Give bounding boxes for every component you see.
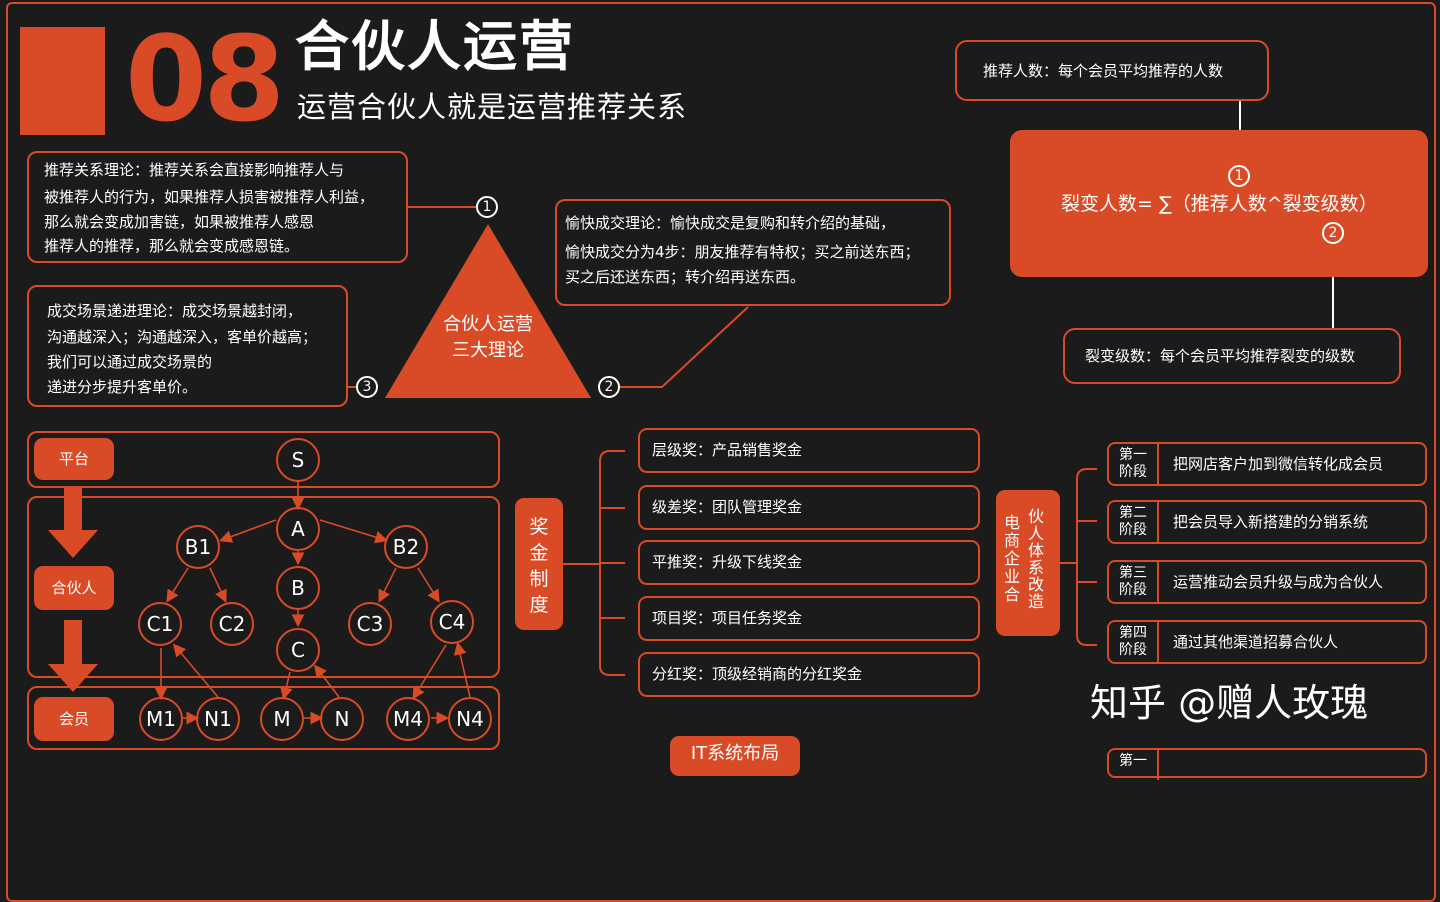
formula-top-text: 推荐人数：每个会员平均推荐的人数	[983, 62, 1224, 80]
theory-1-line-3: 那么就会变成加害链，如果被推荐人感恩	[44, 213, 315, 231]
level-label-member: 会员	[34, 697, 114, 741]
reward-item-4: 项目奖：项目任务奖金	[638, 596, 980, 641]
stage-2-tag-line-2: 阶段	[1119, 522, 1147, 538]
theory-1-line-1: 推荐关系理论：推荐关系会直接影响推荐人与	[44, 161, 345, 179]
reward-item-1: 层级奖：产品销售奖金	[638, 428, 980, 473]
tree-node-c4: C4	[430, 600, 474, 644]
stage-4-tag-line-1: 第四	[1119, 625, 1147, 641]
stage-3: 第三 阶段 运营推动会员升级与成为合伙人	[1107, 560, 1427, 604]
stage-2-tag-line-1: 第二	[1119, 505, 1147, 521]
theory-marker-3: 3	[356, 376, 378, 398]
tree-node-n1: N1	[196, 697, 240, 741]
stage-1: 第一 阶段 把网店客户加到微信转化成会员	[1107, 442, 1427, 486]
reward-item-2-text: 级差奖：团队管理奖金	[652, 498, 803, 516]
tree-node-b1: B1	[176, 525, 220, 569]
tree-node-m1: M1	[139, 697, 183, 741]
tree-node-n: N	[320, 697, 364, 741]
theory-3-line-2: 沟通越深入；沟通越深入，客单价越高；	[47, 328, 318, 346]
theory-center-line-2: 三大理论	[452, 340, 524, 361]
formula-bottom-box: 裂变级数：每个会员平均推荐裂变的级数	[1063, 328, 1401, 384]
formula-bottom-text: 裂变级数：每个会员平均推荐裂变的级数	[1085, 347, 1356, 365]
formula-main-text: 裂变人数= ∑（推荐人数^裂变级数）	[1061, 193, 1378, 215]
stage-3-text: 运营推动会员升级与成为合伙人	[1173, 573, 1384, 591]
theory-1-line-2: 被推荐人的行为，如果推荐人损害被推荐人利益，	[44, 188, 375, 206]
stage-partial-tag-line-1: 第一	[1119, 753, 1147, 769]
reward-item-2: 级差奖：团队管理奖金	[638, 485, 980, 530]
stage-4-tag-line-2: 阶段	[1119, 642, 1147, 658]
reward-label: 奖金制度	[515, 498, 563, 630]
formula-top-box: 推荐人数：每个会员平均推荐的人数	[955, 40, 1269, 101]
reward-item-4-text: 项目奖：项目任务奖金	[652, 609, 803, 627]
theory-1-line-4: 推荐人的推荐，那么就会变成感恩链。	[44, 237, 300, 255]
stage-partial-tag: 第一	[1109, 750, 1159, 780]
stage-1-tag: 第一 阶段	[1109, 444, 1159, 484]
reward-item-3: 平推奖：升级下线奖金	[638, 540, 980, 585]
stage-2-text: 把会员导入新搭建的分销系统	[1173, 513, 1369, 531]
reward-label-text: 奖金制度	[529, 516, 549, 616]
reward-item-5: 分红奖：顶级经销商的分红奖金	[638, 652, 980, 697]
theory-box-2: 愉快成交理论：愉快成交是复购和转介绍的基础， 愉快成交分为4步：朋友推荐有特权；…	[555, 199, 951, 306]
stage-4-text: 通过其他渠道招募合伙人	[1173, 633, 1339, 651]
theory-2-line-2: 愉快成交分为4步：朋友推荐有特权；买之前送东西；	[565, 243, 920, 261]
theory-3-line-1: 成交场景递进理论：成交场景越封闭，	[47, 302, 303, 320]
tree-node-b2: B2	[384, 525, 428, 569]
watermark: 知乎 @赠人玫瑰	[1090, 681, 1369, 725]
theory-center-line-1: 合伙人运营	[443, 314, 533, 335]
stage-1-text: 把网店客户加到微信转化成会员	[1173, 455, 1384, 473]
formula-marker-1: 1	[1228, 165, 1250, 187]
reward-item-5-text: 分红奖：顶级经销商的分红奖金	[652, 665, 863, 683]
stage-partial: 第一	[1107, 748, 1427, 780]
stage-3-tag-line-1: 第三	[1119, 565, 1147, 581]
stage-1-tag-line-1: 第一	[1119, 447, 1147, 463]
stage-3-tag: 第三 阶段	[1109, 562, 1159, 602]
stage-3-tag-line-2: 阶段	[1119, 582, 1147, 598]
theory-marker-2: 2	[598, 376, 620, 398]
stage-4-tag: 第四 阶段	[1109, 622, 1159, 662]
formula-main-box: 裂变人数= ∑（推荐人数^裂变级数）	[1010, 130, 1428, 277]
stage-4: 第四 阶段 通过其他渠道招募合伙人	[1107, 620, 1427, 664]
theory-2-line-1: 愉快成交理论：愉快成交是复购和转介绍的基础，	[565, 214, 896, 232]
tree-node-c1: C1	[138, 602, 182, 646]
tree-node-b: B	[276, 566, 320, 610]
theory-3-line-3: 我们可以通过成交场景的	[47, 353, 213, 371]
transform-label: 电商企业合 伙人体系改造	[996, 490, 1060, 636]
tree-node-m4: M4	[386, 697, 430, 741]
transform-label-col-2: 伙人体系改造	[1028, 507, 1045, 611]
tree-node-a: A	[276, 507, 320, 551]
tree-node-c3: C3	[348, 602, 392, 646]
level-label-platform: 平台	[34, 438, 114, 480]
tree-node-c2: C2	[210, 602, 254, 646]
transform-label-col-1: 电商企业合	[1004, 513, 1021, 604]
stage-2-tag: 第二 阶段	[1109, 502, 1159, 542]
theory-box-3: 成交场景递进理论：成交场景越封闭， 沟通越深入；沟通越深入，客单价越高； 我们可…	[27, 285, 348, 407]
tree-node-m: M	[260, 697, 304, 741]
theory-marker-1: 1	[476, 196, 498, 218]
level-label-partner: 合伙人	[34, 566, 114, 610]
theory-3-line-4: 递进分步提升客单价。	[47, 378, 198, 396]
formula-marker-2: 2	[1322, 222, 1344, 244]
theory-box-1: 推荐关系理论：推荐关系会直接影响推荐人与 被推荐人的行为，如果推荐人损害被推荐人…	[27, 151, 408, 263]
reward-item-1-text: 层级奖：产品销售奖金	[652, 441, 803, 459]
it-system-label: IT系统布局	[670, 736, 800, 776]
theory-2-line-3: 买之后还送东西；转介绍再送东西。	[565, 268, 806, 286]
stage-2: 第二 阶段 把会员导入新搭建的分销系统	[1107, 500, 1427, 544]
tree-node-n4: N4	[448, 697, 492, 741]
stage-1-tag-line-2: 阶段	[1119, 464, 1147, 480]
reward-item-3-text: 平推奖：升级下线奖金	[652, 553, 803, 571]
tree-node-s: S	[276, 438, 320, 482]
tree-node-c: C	[276, 628, 320, 672]
theory-center-label: 合伙人运营 三大理论	[410, 312, 566, 364]
